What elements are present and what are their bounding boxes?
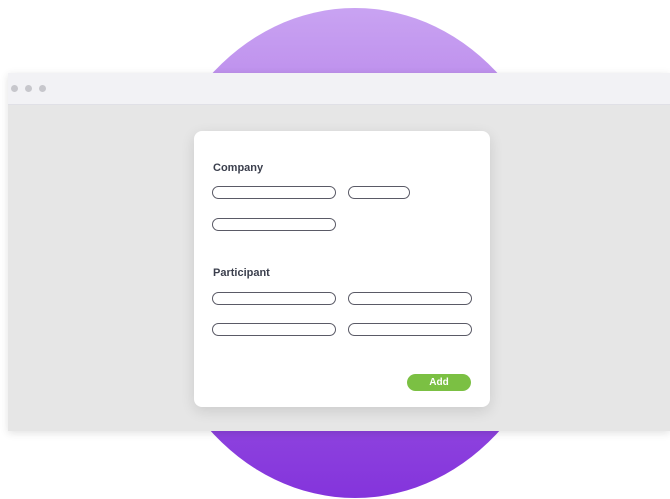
company-name-field[interactable]	[212, 186, 336, 199]
participant-last-name-field[interactable]	[348, 292, 472, 305]
company-section-title: Company	[213, 162, 264, 174]
form-card: Company Participant Add	[194, 131, 490, 407]
illustration-stage: Company Participant Add	[0, 0, 670, 499]
participant-first-name-field[interactable]	[212, 292, 336, 305]
window-dot-minimize[interactable]	[25, 85, 32, 92]
company-address-field[interactable]	[212, 218, 336, 231]
browser-titlebar	[8, 73, 670, 105]
window-dot-close[interactable]	[11, 85, 18, 92]
window-dot-maximize[interactable]	[39, 85, 46, 92]
participant-section-title: Participant	[213, 267, 270, 279]
browser-window: Company Participant Add	[8, 73, 670, 431]
add-button[interactable]: Add	[407, 374, 471, 391]
participant-phone-field[interactable]	[348, 323, 472, 336]
participant-email-field[interactable]	[212, 323, 336, 336]
company-code-field[interactable]	[348, 186, 410, 199]
